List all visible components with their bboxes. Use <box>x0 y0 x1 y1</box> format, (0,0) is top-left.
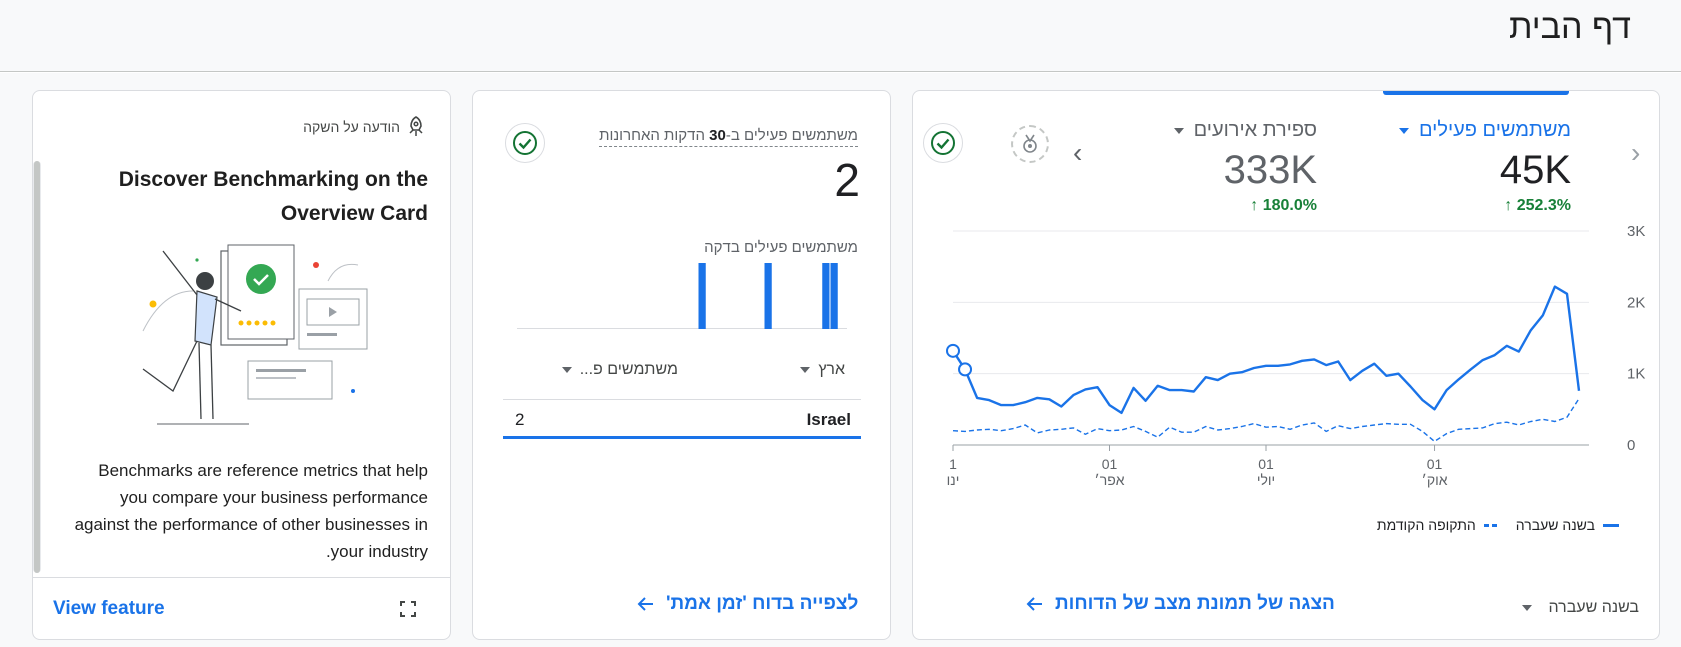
column-country-label: ארץ <box>818 361 845 378</box>
x-tick-month: אפר׳ <box>1094 472 1124 488</box>
x-tick-day: 01 <box>1102 456 1118 472</box>
metric-active-users-value: 45K <box>1499 148 1571 192</box>
minute-bar[interactable] <box>698 263 706 329</box>
realtime-label-suffix: הדקות האחרונות <box>599 127 710 144</box>
check-icon[interactable] <box>923 123 963 163</box>
chevron-right-icon[interactable]: › <box>1631 137 1640 169</box>
metric-event-count-delta: 180.0% ↑ <box>1250 197 1317 214</box>
announcement-title: Discover Benchmarking on the Overview Ca… <box>118 168 428 225</box>
column-users[interactable]: משתמשים פ... <box>561 361 678 379</box>
metric-event-count-label: ספירת אירועים <box>1193 119 1317 141</box>
y-tick-label: 2K <box>1627 294 1645 311</box>
row-country: Israel <box>806 410 851 429</box>
dropdown-icon <box>561 367 572 373</box>
series-current-line[interactable] <box>951 285 1581 415</box>
legend-solid-swatch <box>1603 523 1619 527</box>
metric-active-users-delta-value: 252.3% <box>1516 197 1571 214</box>
announcement-header: הודעה על השקה <box>303 115 428 139</box>
arrow-left-icon <box>1026 597 1042 611</box>
realtime-value: 2 <box>834 154 860 206</box>
announcement-footer: View feature <box>33 577 450 639</box>
dropdown-icon <box>800 367 811 373</box>
metric-active-users-delta: 252.3% ↑ <box>1504 197 1571 214</box>
legend-previous-label: התקופה הקודמת <box>1376 517 1476 533</box>
x-tick-month: אוק׳ <box>1421 472 1447 488</box>
announcement-body: Benchmarks are reference metrics that he… <box>74 461 428 561</box>
benchmark-award-icon[interactable] <box>1011 125 1049 163</box>
metric-event-count[interactable]: ספירת אירועים 333K 180.0% ↑ <box>1173 119 1317 215</box>
check-icon[interactable] <box>505 123 545 163</box>
x-tick-month: ינו <box>947 472 960 488</box>
metric-event-count-value: 333K <box>1223 148 1317 192</box>
per-minute-chart <box>517 263 847 329</box>
data-point-marker[interactable] <box>958 362 973 377</box>
chart-legend: בשנה שעברה התקופה הקודמת <box>1377 517 1619 533</box>
legend-current-label: בשנה שעברה <box>1515 517 1595 533</box>
metric-active-users[interactable]: משתמשים פעילים 45K 252.3% ↑ <box>1398 119 1571 215</box>
series-previous-line[interactable] <box>952 398 1580 443</box>
period-selector[interactable]: בשנה שעברה <box>1522 599 1639 617</box>
rocket-icon <box>409 116 423 136</box>
table-row[interactable]: Israel 2 <box>503 399 861 439</box>
benchmark-illustration <box>142 244 368 425</box>
minute-bar[interactable] <box>822 263 830 329</box>
page-title: דף הבית <box>1509 8 1631 46</box>
x-tick-month: יולי <box>1257 472 1275 488</box>
view-feature-link[interactable]: View feature <box>53 598 165 620</box>
period-label: בשנה שעברה <box>1548 599 1639 616</box>
row-users: 2 <box>515 410 525 429</box>
x-tick-day: 01 <box>1258 456 1274 472</box>
overview-line-chart[interactable]: 3K2K1K01ינו01אפר׳01יולי01אוק׳ <box>913 219 1660 509</box>
legend-dashed-swatch <box>1483 523 1500 527</box>
reports-snapshot-link-label: הצגה של תמונת מצב של הדוחות <box>1055 593 1335 614</box>
dropdown-icon <box>1522 605 1533 611</box>
data-point-marker[interactable] <box>946 343 960 358</box>
selected-metric-indicator <box>1383 91 1569 95</box>
x-tick-day: 1 <box>949 456 957 472</box>
minute-bar[interactable] <box>830 263 838 329</box>
realtime-label-minutes: 30 <box>709 127 726 144</box>
arrow-left-icon <box>637 597 653 611</box>
metric-event-count-delta-value: 180.0% <box>1262 197 1317 214</box>
realtime-label[interactable]: משתמשים פעילים ב-30 הדקות האחרונות <box>599 127 858 147</box>
realtime-card: משתמשים פעילים ב-30 הדקות האחרונות 2 משת… <box>472 90 891 640</box>
dropdown-icon <box>1173 127 1184 134</box>
column-users-label: משתמשים פ... <box>579 361 678 378</box>
realtime-label-prefix: משתמשים פעילים ב- <box>725 127 858 144</box>
y-tick-label: 0 <box>1627 437 1635 454</box>
y-tick-label: 1K <box>1627 366 1645 383</box>
top-bar: דף הבית <box>0 0 1681 72</box>
column-country[interactable]: ארץ <box>800 361 845 379</box>
x-tick-day: 01 <box>1427 456 1443 472</box>
per-minute-label: משתמשים פעילים בדקה <box>704 239 858 256</box>
realtime-report-link-label: לצפייה בדוח 'זמן אמת' <box>666 593 859 614</box>
dropdown-icon <box>1398 127 1409 134</box>
table-header: ארץ משתמשים פ... <box>503 361 863 385</box>
overview-card: ‹ › משתמשים פעילים 45K 252.3% ↑ ספירת אי… <box>912 90 1660 640</box>
scrollbar[interactable] <box>33 161 41 573</box>
scrollbar-thumb[interactable] <box>34 161 40 573</box>
expand-icon[interactable] <box>398 599 418 619</box>
metric-active-users-label: משתמשים פעילים <box>1418 119 1571 141</box>
realtime-report-link[interactable]: לצפייה בדוח 'זמן אמת' <box>636 593 858 615</box>
chevron-left-icon[interactable]: ‹ <box>1073 137 1082 169</box>
announcement-card: הודעה על השקה Discover Benchmarking on t… <box>32 90 451 640</box>
reports-snapshot-link[interactable]: הצגה של תמונת מצב של הדוחות <box>1025 593 1335 615</box>
announcement-label: הודעה על השקה <box>303 119 400 135</box>
y-tick-label: 3K <box>1627 223 1645 240</box>
legend-previous: התקופה הקודמת <box>1377 517 1500 533</box>
legend-current: בשנה שעברה <box>1516 517 1619 533</box>
minute-bar[interactable] <box>764 263 772 329</box>
